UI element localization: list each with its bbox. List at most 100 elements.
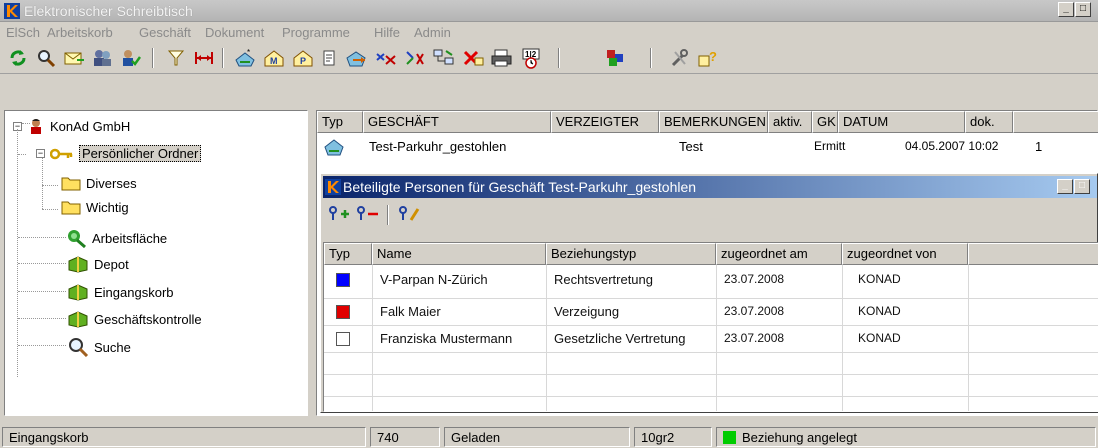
case-m-icon[interactable]: M [262, 47, 286, 69]
tree-label-root: KonAd GmbH [50, 118, 131, 134]
workspace-icon [68, 230, 86, 248]
folder-icon [61, 177, 81, 191]
books-icon [68, 284, 88, 301]
type-color-swatch [336, 305, 350, 319]
refresh-icon[interactable] [6, 47, 30, 69]
col-header-empty [968, 243, 1098, 265]
person-zugeordnet-von: KONAD [858, 304, 901, 318]
tree-label-depot: Depot [94, 256, 129, 272]
remove-person-icon[interactable] [355, 203, 379, 225]
filter-icon[interactable] [164, 47, 188, 69]
tools-icon[interactable] [668, 47, 692, 69]
help-icon[interactable]: ? [696, 47, 720, 69]
tree-item-root[interactable]: − KonAd GmbH [13, 117, 130, 135]
type-color-swatch [336, 332, 350, 346]
col-header-zugeordnet-am[interactable]: zugeordnet am [716, 243, 842, 265]
table-row[interactable]: Franziska Mustermann Gesetzliche Vertret… [324, 326, 1098, 352]
status-count: 740 [370, 427, 440, 447]
table-row[interactable]: Test-Parkuhr_gestohlen Test Ermitt 04.05… [317, 135, 1098, 159]
case-aktiv: Ermitt [814, 139, 846, 153]
resize-width-icon[interactable] [192, 47, 216, 69]
case-p-icon[interactable]: P [291, 47, 315, 69]
menu-arbeitskorb[interactable]: Arbeitskorb [47, 25, 113, 40]
col-header-name[interactable]: Name [372, 243, 546, 265]
forward-icon[interactable] [345, 47, 369, 69]
people-icon[interactable] [90, 47, 114, 69]
table-row[interactable]: V-Parpan N-Zürich Rechtsvertretung 23.07… [324, 266, 1098, 293]
tree-label-persoenlicher-ordner: Persönlicher Ordner [79, 145, 202, 162]
tree-item-arbeitsflaeche[interactable]: Arbeitsfläche [65, 228, 167, 248]
person-name: Franziska Mustermann [380, 331, 513, 346]
col-header-gk[interactable]: GK [812, 111, 838, 133]
toolbar-separator [387, 205, 389, 225]
edit-person-icon[interactable] [397, 203, 421, 225]
col-header-typ[interactable]: Typ [324, 243, 372, 265]
svg-text:M: M [270, 56, 278, 66]
tree-item-geschaeftskontrolle[interactable]: Geschäftskontrolle [67, 310, 202, 328]
menu-programme[interactable]: Programme [282, 25, 350, 40]
person-zugeordnet-am: 23.07.2008 [724, 272, 785, 286]
menu-hilfe[interactable]: Hilfe [374, 25, 400, 40]
person-beziehung: Gesetzliche Vertretung [554, 331, 686, 346]
title-bar: Elektronischer Schreibtisch _ □ [0, 0, 1098, 22]
reassign-icon[interactable] [403, 47, 427, 69]
case-datum: 04.05.2007 10:02 [905, 139, 999, 153]
child-minimize-button[interactable]: _ [1057, 179, 1073, 194]
tree-label-diverses: Diverses [86, 175, 137, 191]
menu-admin[interactable]: Admin [414, 25, 451, 40]
maximize-button[interactable]: □ [1075, 2, 1091, 17]
tree-item-suche[interactable]: Suche [67, 337, 131, 357]
tree-item-depot[interactable]: Depot [67, 255, 129, 273]
col-header-datum[interactable]: DATUM [838, 111, 965, 133]
tree-item-eingangskorb[interactable]: Eingangskorb [67, 283, 174, 301]
network-icon[interactable] [432, 47, 456, 69]
tree-label-eingangskorb: Eingangskorb [94, 284, 174, 300]
search-icon[interactable] [34, 47, 58, 69]
col-header-aktiv[interactable]: aktiv. [768, 111, 812, 133]
col-header-beziehungstyp[interactable]: Beziehungstyp [546, 243, 716, 265]
status-location: Eingangskorb [2, 427, 366, 447]
persons-grid: Typ Name Beziehungstyp zugeordnet am zug… [323, 242, 1098, 412]
case-type-icon [324, 139, 344, 156]
minimize-button[interactable]: _ [1058, 2, 1074, 17]
tree-item-persoenlicher-ordner[interactable]: − Persönlicher Ordner [36, 145, 202, 162]
add-person-icon[interactable] [327, 203, 351, 225]
col-header-geschaeft[interactable]: GESCHÄFT [363, 111, 551, 133]
tree-label-geschaeftskontrolle: Geschäftskontrolle [94, 311, 202, 327]
svg-text:P: P [300, 56, 306, 66]
document-icon[interactable] [317, 47, 341, 69]
status-version: 10gr2 [634, 427, 712, 447]
menu-bar: ElSch Arbeitskorb Geschäft Dokument Prog… [0, 22, 1098, 42]
print-icon[interactable] [490, 47, 514, 69]
col-header-dok[interactable]: dok. [965, 111, 1013, 133]
transfer-icon[interactable] [374, 47, 398, 69]
col-header-bemerkungen[interactable]: BEMERKUNGEN [659, 111, 768, 133]
mail-icon[interactable] [62, 47, 86, 69]
persons-window-titlebar[interactable]: Beteiligte Personen für Geschäft Test-Pa… [323, 176, 1097, 198]
new-case-icon[interactable]: * [233, 47, 257, 69]
menu-geschaeft[interactable]: Geschäft [139, 25, 191, 40]
app-logo-icon [4, 3, 20, 19]
col-header-typ[interactable]: Typ [317, 111, 363, 133]
col-header-zugeordnet-von[interactable]: zugeordnet von [842, 243, 968, 265]
cubes-icon[interactable] [603, 47, 627, 69]
books-icon [68, 256, 88, 273]
person-zugeordnet-von: KONAD [858, 272, 901, 286]
status-bar: Eingangskorb 740 Geladen 10gr2 Beziehung… [0, 426, 1098, 448]
status-state: Geladen [444, 427, 630, 447]
collapse-icon[interactable]: − [36, 149, 45, 158]
table-row[interactable]: Falk Maier Verzeigung 23.07.2008 KONAD [324, 299, 1098, 325]
menu-elsch[interactable]: ElSch [6, 25, 40, 40]
status-message: Beziehung angelegt [742, 430, 857, 445]
svg-text:*: * [247, 48, 250, 57]
menu-dokument[interactable]: Dokument [205, 25, 264, 40]
calendar-icon[interactable]: 1|2 [519, 47, 543, 69]
child-maximize-button[interactable]: □ [1074, 179, 1090, 194]
user-check-icon[interactable] [118, 47, 142, 69]
delete-icon[interactable] [461, 47, 485, 69]
organisation-icon [31, 119, 41, 134]
tree-item-wichtig[interactable]: Wichtig [61, 199, 129, 215]
tree-item-diverses[interactable]: Diverses [61, 175, 137, 191]
person-zugeordnet-von: KONAD [858, 331, 901, 345]
col-header-verzeigter[interactable]: VERZEIGTER [551, 111, 659, 133]
